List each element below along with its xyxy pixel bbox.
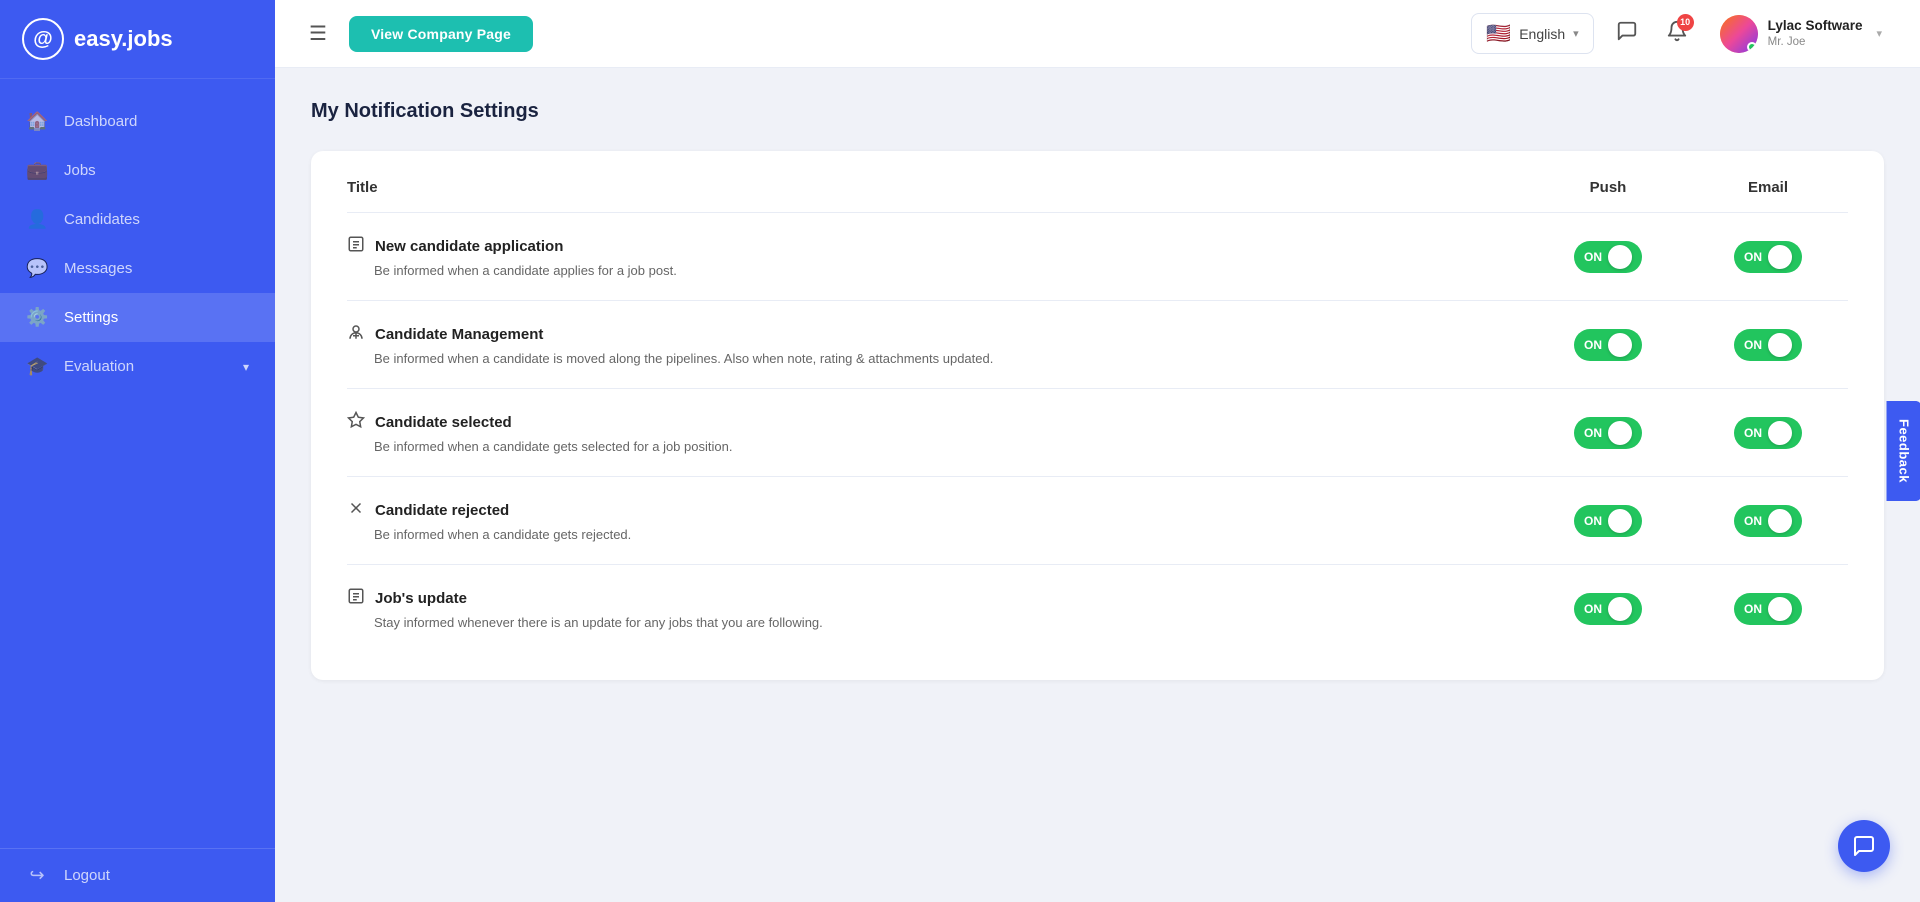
chevron-down-icon: ▾: [243, 360, 249, 374]
language-label: English: [1519, 26, 1565, 42]
push-toggle-jobs-update[interactable]: ON: [1574, 593, 1642, 625]
email-toggle-col: ON: [1688, 505, 1848, 537]
notif-label: Candidate selected Be informed when a ca…: [347, 411, 1528, 454]
push-toggle-candidate-management[interactable]: ON: [1574, 329, 1642, 361]
messages-icon: 💬: [26, 258, 48, 279]
table-row: Candidate Management Be informed when a …: [347, 301, 1848, 389]
settings-icon: ⚙️: [26, 307, 48, 328]
logout-label: Logout: [64, 867, 110, 884]
status-dot: [1747, 42, 1757, 52]
notification-icon: [347, 323, 365, 346]
email-toggle-col: ON: [1688, 241, 1848, 273]
push-toggle-col: ON: [1528, 241, 1688, 273]
email-toggle-col: ON: [1688, 329, 1848, 361]
table-row: Job's update Stay informed whenever ther…: [347, 565, 1848, 652]
push-toggle-candidate-rejected[interactable]: ON: [1574, 505, 1642, 537]
notification-badge: 10: [1677, 14, 1694, 31]
push-toggle-col: ON: [1528, 593, 1688, 625]
view-company-button[interactable]: View Company Page: [349, 16, 533, 52]
header: ☰ View Company Page 🇺🇸 English ▾ 10: [275, 0, 1920, 68]
sidebar-item-messages[interactable]: 💬 Messages: [0, 244, 275, 293]
jobs-icon: 💼: [26, 160, 48, 181]
notif-label: Candidate rejected Be informed when a ca…: [347, 499, 1528, 542]
notification-settings-card: Title Push Email New candidate applicati…: [311, 151, 1884, 680]
sidebar: @ easy.jobs 🏠 Dashboard 💼 Jobs 👤 Candida…: [0, 0, 275, 902]
candidates-icon: 👤: [26, 209, 48, 230]
logout-icon: ↪: [26, 865, 48, 886]
flag-icon: 🇺🇸: [1486, 21, 1511, 46]
table-row: New candidate application Be informed wh…: [347, 213, 1848, 301]
chat-fab-button[interactable]: [1838, 820, 1890, 872]
table-row: Candidate selected Be informed when a ca…: [347, 389, 1848, 477]
page-content: My Notification Settings Title Push Emai…: [275, 68, 1920, 902]
sidebar-item-label: Settings: [64, 309, 118, 326]
language-chevron-icon: ▾: [1573, 27, 1579, 40]
feedback-tab[interactable]: Feedback: [1887, 401, 1920, 501]
sidebar-nav: 🏠 Dashboard 💼 Jobs 👤 Candidates 💬 Messag…: [0, 79, 275, 848]
logo-text: easy.jobs: [74, 26, 173, 52]
notification-icon: [347, 587, 365, 610]
push-toggle-new-candidate[interactable]: ON: [1574, 241, 1642, 273]
user-profile[interactable]: Lylac Software Mr. Joe ▾: [1710, 11, 1892, 57]
email-toggle-col: ON: [1688, 593, 1848, 625]
table-row: Candidate rejected Be informed when a ca…: [347, 477, 1848, 565]
sidebar-item-label: Messages: [64, 260, 132, 277]
notif-description: Stay informed whenever there is an updat…: [374, 615, 1528, 630]
email-toggle-new-candidate[interactable]: ON: [1734, 241, 1802, 273]
profile-chevron-icon: ▾: [1876, 27, 1882, 40]
notification-icon: [347, 499, 365, 522]
avatar: [1720, 15, 1758, 53]
logout-button[interactable]: ↪ Logout: [0, 848, 275, 902]
dashboard-icon: 🏠: [26, 111, 48, 132]
notif-label: Job's update Stay informed whenever ther…: [347, 587, 1528, 630]
sidebar-item-label: Dashboard: [64, 113, 137, 130]
notif-description: Be informed when a candidate gets select…: [374, 439, 1528, 454]
notif-title: Candidate rejected: [347, 499, 1528, 522]
main-area: ☰ View Company Page 🇺🇸 English ▾ 10: [275, 0, 1920, 902]
email-toggle-candidate-management[interactable]: ON: [1734, 329, 1802, 361]
page-title: My Notification Settings: [311, 100, 1884, 123]
email-toggle-jobs-update[interactable]: ON: [1734, 593, 1802, 625]
notif-title: Candidate Management: [347, 323, 1528, 346]
user-info: Lylac Software Mr. Joe: [1768, 17, 1863, 49]
sidebar-logo: @ easy.jobs: [0, 0, 275, 79]
evaluation-icon: 🎓: [26, 356, 48, 377]
push-toggle-col: ON: [1528, 505, 1688, 537]
sidebar-item-label: Candidates: [64, 211, 140, 228]
email-toggle-col: ON: [1688, 417, 1848, 449]
col-title: Title: [347, 179, 1528, 196]
notif-title: Job's update: [347, 587, 1528, 610]
messages-header-button[interactable]: [1610, 14, 1644, 54]
notif-title: Candidate selected: [347, 411, 1528, 434]
table-header: Title Push Email: [347, 179, 1848, 213]
logo-icon: @: [22, 18, 64, 60]
push-toggle-candidate-selected[interactable]: ON: [1574, 417, 1642, 449]
language-selector[interactable]: 🇺🇸 English ▾: [1471, 13, 1593, 54]
user-name: Lylac Software: [1768, 17, 1863, 35]
notif-description: Be informed when a candidate is moved al…: [374, 351, 1528, 366]
notif-description: Be informed when a candidate gets reject…: [374, 527, 1528, 542]
email-toggle-candidate-rejected[interactable]: ON: [1734, 505, 1802, 537]
sidebar-item-label: Evaluation: [64, 358, 134, 375]
notif-description: Be informed when a candidate applies for…: [374, 263, 1528, 278]
sidebar-item-evaluation[interactable]: 🎓 Evaluation ▾: [0, 342, 275, 391]
push-toggle-col: ON: [1528, 417, 1688, 449]
col-email: Email: [1688, 179, 1848, 196]
sidebar-item-label: Jobs: [64, 162, 96, 179]
push-toggle-col: ON: [1528, 329, 1688, 361]
col-push: Push: [1528, 179, 1688, 196]
notifications-button[interactable]: 10: [1660, 14, 1694, 54]
sidebar-item-jobs[interactable]: 💼 Jobs: [0, 146, 275, 195]
email-toggle-candidate-selected[interactable]: ON: [1734, 417, 1802, 449]
hamburger-button[interactable]: ☰: [303, 15, 333, 52]
notif-label: New candidate application Be informed wh…: [347, 235, 1528, 278]
notif-title: New candidate application: [347, 235, 1528, 258]
sidebar-item-candidates[interactable]: 👤 Candidates: [0, 195, 275, 244]
user-subtitle: Mr. Joe: [1768, 35, 1863, 50]
sidebar-item-dashboard[interactable]: 🏠 Dashboard: [0, 97, 275, 146]
notif-label: Candidate Management Be informed when a …: [347, 323, 1528, 366]
notification-icon: [347, 411, 365, 434]
notification-icon: [347, 235, 365, 258]
sidebar-item-settings[interactable]: ⚙️ Settings: [0, 293, 275, 342]
